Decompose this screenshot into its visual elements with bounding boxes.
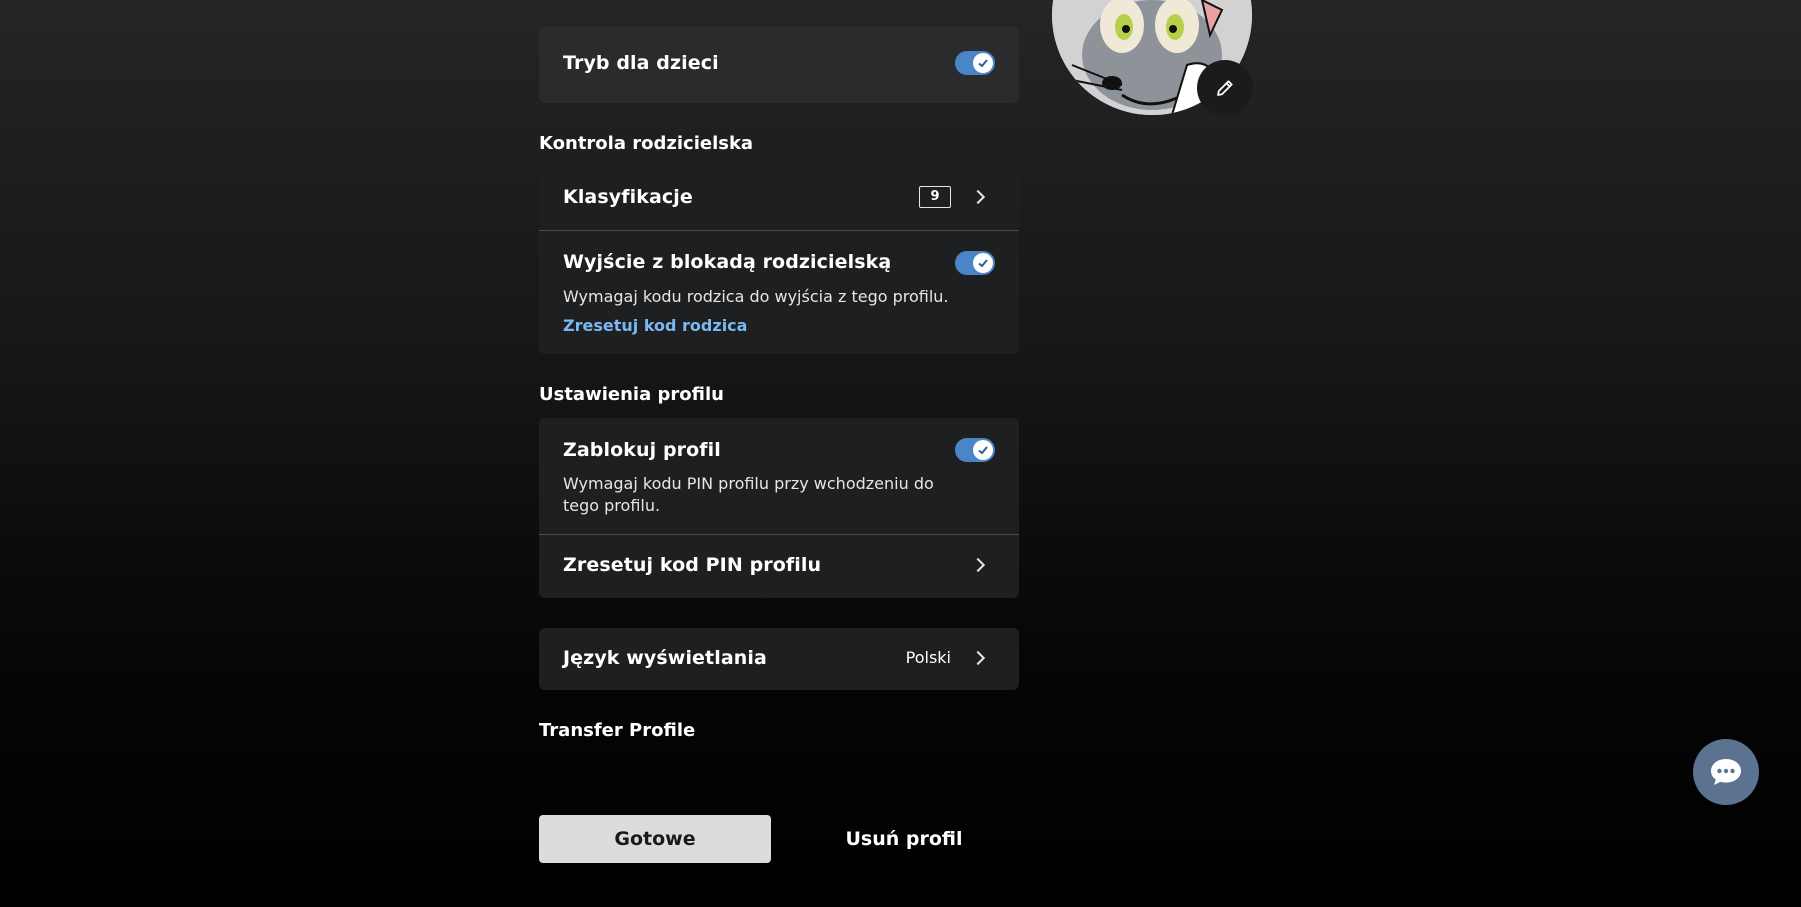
display-language-value: Polski [905, 648, 951, 667]
kids-mode-label: Tryb dla dzieci [563, 52, 719, 74]
profile-settings-heading: Ustawienia profilu [539, 384, 724, 405]
reset-parent-code-link[interactable]: Zresetuj kod rodzica [563, 316, 747, 335]
delete-profile-button[interactable]: Usuń profil [794, 815, 1014, 863]
toggle-knob [973, 253, 993, 273]
check-icon [978, 259, 988, 268]
chat-button[interactable] [1693, 739, 1759, 805]
reset-pin-row[interactable]: Zresetuj kod PIN profilu [539, 535, 1019, 597]
exit-lock-description: Wymagaj kodu rodzica do wyjścia z tego p… [563, 287, 949, 306]
parental-controls-heading: Kontrola rodzicielska [539, 133, 754, 154]
chevron-right-icon [970, 557, 986, 573]
reset-pin-label: Zresetuj kod PIN profilu [563, 554, 822, 576]
display-language-label: Język wyświetlania [563, 647, 767, 669]
chat-bubble-icon [1711, 759, 1741, 785]
lock-profile-label: Zablokuj profil [563, 439, 721, 461]
exit-lock-label: Wyjście z blokadą rodzicielską [563, 251, 892, 273]
exit-lock-toggle[interactable] [955, 251, 995, 275]
profile-settings-card: Zablokuj profil Wymagaj kodu PIN profilu… [539, 418, 1019, 598]
toggle-knob [973, 440, 993, 460]
edit-avatar-button[interactable] [1197, 60, 1253, 116]
parental-controls-card: Klasyfikacje 9 Wyjście z blokadą rodzici… [539, 166, 1019, 354]
kids-mode-toggle[interactable] [955, 51, 995, 75]
pencil-icon [1217, 80, 1233, 96]
chevron-right-icon [970, 189, 986, 205]
check-icon [978, 59, 988, 68]
kids-mode-card: Tryb dla dzieci [539, 27, 1019, 103]
ratings-row[interactable]: Klasyfikacje 9 [539, 166, 1019, 230]
rating-badge: 9 [919, 186, 951, 208]
transfer-profile-heading[interactable]: Transfer Profile [539, 720, 695, 741]
lock-profile-toggle[interactable] [955, 438, 995, 462]
done-button[interactable]: Gotowe [539, 815, 771, 863]
check-icon [978, 446, 988, 455]
lock-profile-description: Wymagaj kodu PIN profilu przy wchodzeniu… [563, 474, 934, 515]
toggle-knob [973, 53, 993, 73]
chevron-right-icon [970, 650, 986, 666]
ratings-label: Klasyfikacje [563, 186, 693, 208]
display-language-card[interactable]: Język wyświetlania Polski [539, 628, 1019, 690]
